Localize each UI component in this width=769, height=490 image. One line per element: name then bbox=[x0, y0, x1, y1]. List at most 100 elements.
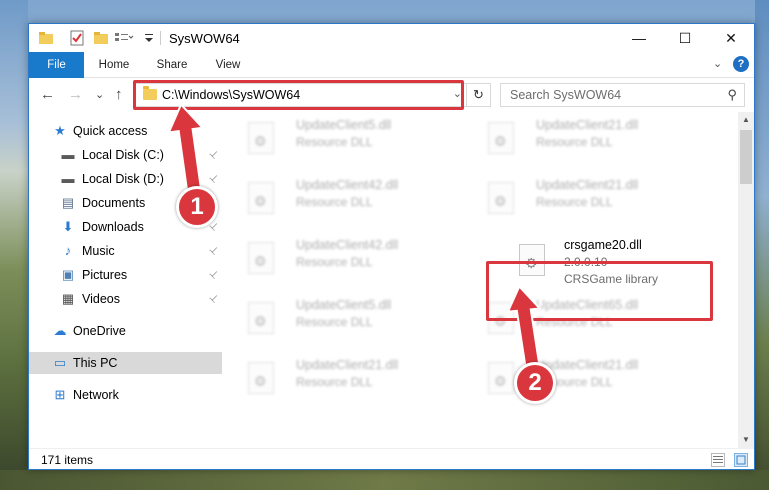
sidebar-item-label: Quick access bbox=[73, 124, 148, 138]
vertical-scrollbar[interactable]: ▲ ▼ bbox=[738, 112, 754, 448]
file-name: UpdateClient42.dll bbox=[296, 178, 399, 192]
drive-icon: ▬ bbox=[61, 171, 75, 186]
dropdown-arrow-icon[interactable] bbox=[143, 30, 159, 46]
title-separator bbox=[160, 31, 161, 45]
customize-toolbar-icon[interactable] bbox=[114, 30, 134, 46]
folder-icon bbox=[38, 30, 54, 46]
large-icons-view-icon[interactable] bbox=[734, 453, 748, 467]
ribbon-tabs: File Home Share View ⌄ ? bbox=[29, 52, 754, 78]
sidebar-item-network[interactable]: ⊞ Network bbox=[29, 384, 222, 406]
sidebar-item-label: Local Disk (C:) bbox=[82, 148, 164, 162]
navigation-pane: ★ Quick access ▬ Local Disk (C:) ⊥ ▬ Loc… bbox=[29, 114, 222, 448]
pin-icon[interactable]: ⊥ bbox=[202, 144, 224, 166]
address-highlight-box bbox=[133, 80, 464, 110]
file-description: Resource DLL bbox=[296, 315, 373, 329]
list-item[interactable]: ⚙ UpdateClient21.dll Resource DLL bbox=[462, 358, 682, 408]
close-button[interactable]: ✕ bbox=[708, 24, 754, 52]
tab-home[interactable]: Home bbox=[89, 52, 139, 78]
sidebar-item-pictures[interactable]: ▣ Pictures ⊥ bbox=[29, 264, 222, 286]
computer-icon: ▭ bbox=[53, 355, 67, 370]
sidebar-item-label: Music bbox=[82, 244, 115, 258]
sidebar-item-onedrive[interactable]: ☁ OneDrive bbox=[29, 320, 222, 342]
sidebar-item-label: Local Disk (D:) bbox=[82, 172, 164, 186]
dll-file-icon: ⚙ bbox=[488, 362, 514, 394]
scroll-up-icon[interactable]: ▲ bbox=[738, 112, 754, 128]
up-button[interactable]: ↑ bbox=[115, 86, 123, 103]
status-bar: 171 items bbox=[29, 448, 754, 470]
music-icon: ♪ bbox=[64, 243, 72, 258]
search-icon[interactable]: ⚲ bbox=[727, 87, 737, 103]
title-bar: SysWOW64 — ☐ ✕ bbox=[29, 24, 754, 52]
maximize-button[interactable]: ☐ bbox=[662, 24, 708, 52]
list-item[interactable]: ⚙ UpdateClient42.dll Resource DLL bbox=[222, 178, 442, 228]
tab-file[interactable]: File bbox=[29, 52, 84, 78]
desktop-background-right bbox=[755, 0, 769, 490]
dll-file-icon: ⚙ bbox=[248, 242, 274, 274]
back-button[interactable]: ← bbox=[40, 86, 55, 103]
step-2-badge: 2 bbox=[514, 362, 556, 404]
file-description: Resource DLL bbox=[536, 195, 613, 209]
sidebar-item-label: Pictures bbox=[82, 268, 128, 282]
videos-icon: ▦ bbox=[61, 291, 75, 306]
star-icon: ★ bbox=[54, 123, 66, 138]
help-icon[interactable]: ? bbox=[733, 56, 749, 72]
file-name: UpdateClient5.dll bbox=[296, 118, 392, 132]
sidebar-item-this-pc[interactable]: ▭ This PC bbox=[29, 352, 222, 374]
pin-icon[interactable]: ⊥ bbox=[202, 240, 224, 262]
new-folder-icon[interactable] bbox=[93, 30, 109, 46]
properties-icon[interactable] bbox=[69, 30, 85, 46]
file-name: UpdateClient21.dll bbox=[536, 178, 639, 192]
dll-file-icon: ⚙ bbox=[248, 302, 274, 334]
file-description: Resource DLL bbox=[536, 135, 613, 149]
sidebar-item-label: Network bbox=[73, 388, 119, 402]
scroll-thumb[interactable] bbox=[740, 130, 752, 184]
dll-file-icon: ⚙ bbox=[248, 362, 274, 394]
file-explorer-window: SysWOW64 — ☐ ✕ File Home Share View ⌄ ? … bbox=[28, 23, 755, 470]
step-1-badge: 1 bbox=[176, 186, 218, 228]
pin-icon[interactable]: ⊥ bbox=[202, 168, 224, 190]
pin-icon[interactable]: ⊥ bbox=[202, 264, 224, 286]
pictures-icon: ▣ bbox=[61, 267, 75, 282]
item-count: 171 items bbox=[41, 453, 94, 467]
list-item[interactable]: ⚙ UpdateClient5.dll Resource DLL bbox=[222, 298, 442, 348]
list-item[interactable]: ⚙ UpdateClient21.dll Resource DLL bbox=[462, 118, 682, 168]
refresh-button[interactable]: ↻ bbox=[466, 84, 490, 106]
sidebar-item-music[interactable]: ♪ Music ⊥ bbox=[29, 240, 222, 262]
file-highlight-box bbox=[486, 261, 713, 321]
file-name: UpdateClient42.dll bbox=[296, 238, 399, 252]
file-description: Resource DLL bbox=[296, 135, 373, 149]
sidebar-item-videos[interactable]: ▦ Videos ⊥ bbox=[29, 288, 222, 310]
expand-ribbon-icon[interactable]: ⌄ bbox=[713, 57, 722, 70]
file-name: UpdateClient21.dll bbox=[536, 118, 639, 132]
file-description: Resource DLL bbox=[296, 375, 373, 389]
list-item[interactable]: ⚙ UpdateClient5.dll Resource DLL bbox=[222, 118, 442, 168]
dll-file-icon: ⚙ bbox=[488, 122, 514, 154]
recent-locations-button[interactable]: ⌄ bbox=[95, 88, 104, 101]
tab-view[interactable]: View bbox=[203, 52, 253, 78]
desktop-background-bottom bbox=[0, 470, 769, 490]
pin-icon[interactable]: ⊥ bbox=[202, 288, 224, 310]
sidebar-item-label: Downloads bbox=[82, 220, 144, 234]
file-description: Resource DLL bbox=[296, 195, 373, 209]
minimize-button[interactable]: — bbox=[616, 24, 662, 52]
list-item[interactable]: ⚙ UpdateClient42.dll Resource DLL bbox=[222, 238, 442, 288]
dll-file-icon: ⚙ bbox=[488, 182, 514, 214]
search-input[interactable]: Search SysWOW64 bbox=[510, 88, 621, 102]
sidebar-item-label: Documents bbox=[82, 196, 146, 210]
sidebar-item-label: Videos bbox=[82, 292, 120, 306]
forward-button[interactable]: → bbox=[68, 86, 83, 103]
file-name: UpdateClient5.dll bbox=[296, 298, 392, 312]
file-list: ⚙ UpdateClient5.dll Resource DLL ⚙ Updat… bbox=[222, 114, 738, 448]
sidebar-item-quick-access[interactable]: ★ Quick access bbox=[29, 120, 222, 142]
search-box[interactable]: Search SysWOW64 ⚲ bbox=[500, 83, 745, 107]
list-item[interactable]: ⚙ UpdateClient21.dll Resource DLL bbox=[462, 178, 682, 228]
list-item[interactable]: ⚙ UpdateClient21.dll Resource DLL bbox=[222, 358, 442, 408]
details-view-icon[interactable] bbox=[711, 453, 725, 467]
dll-file-icon: ⚙ bbox=[248, 122, 274, 154]
sidebar-item-local-disk-c[interactable]: ▬ Local Disk (C:) ⊥ bbox=[29, 144, 222, 166]
sidebar-item-label: This PC bbox=[73, 356, 118, 370]
tab-share[interactable]: Share bbox=[147, 52, 197, 78]
dll-file-icon: ⚙ bbox=[248, 182, 274, 214]
scroll-down-icon[interactable]: ▼ bbox=[738, 432, 754, 448]
navigation-bar: ← → ⌄ ↑ C:\Windows\SysWOW64 ⌄ ↻ Search S… bbox=[29, 80, 754, 110]
